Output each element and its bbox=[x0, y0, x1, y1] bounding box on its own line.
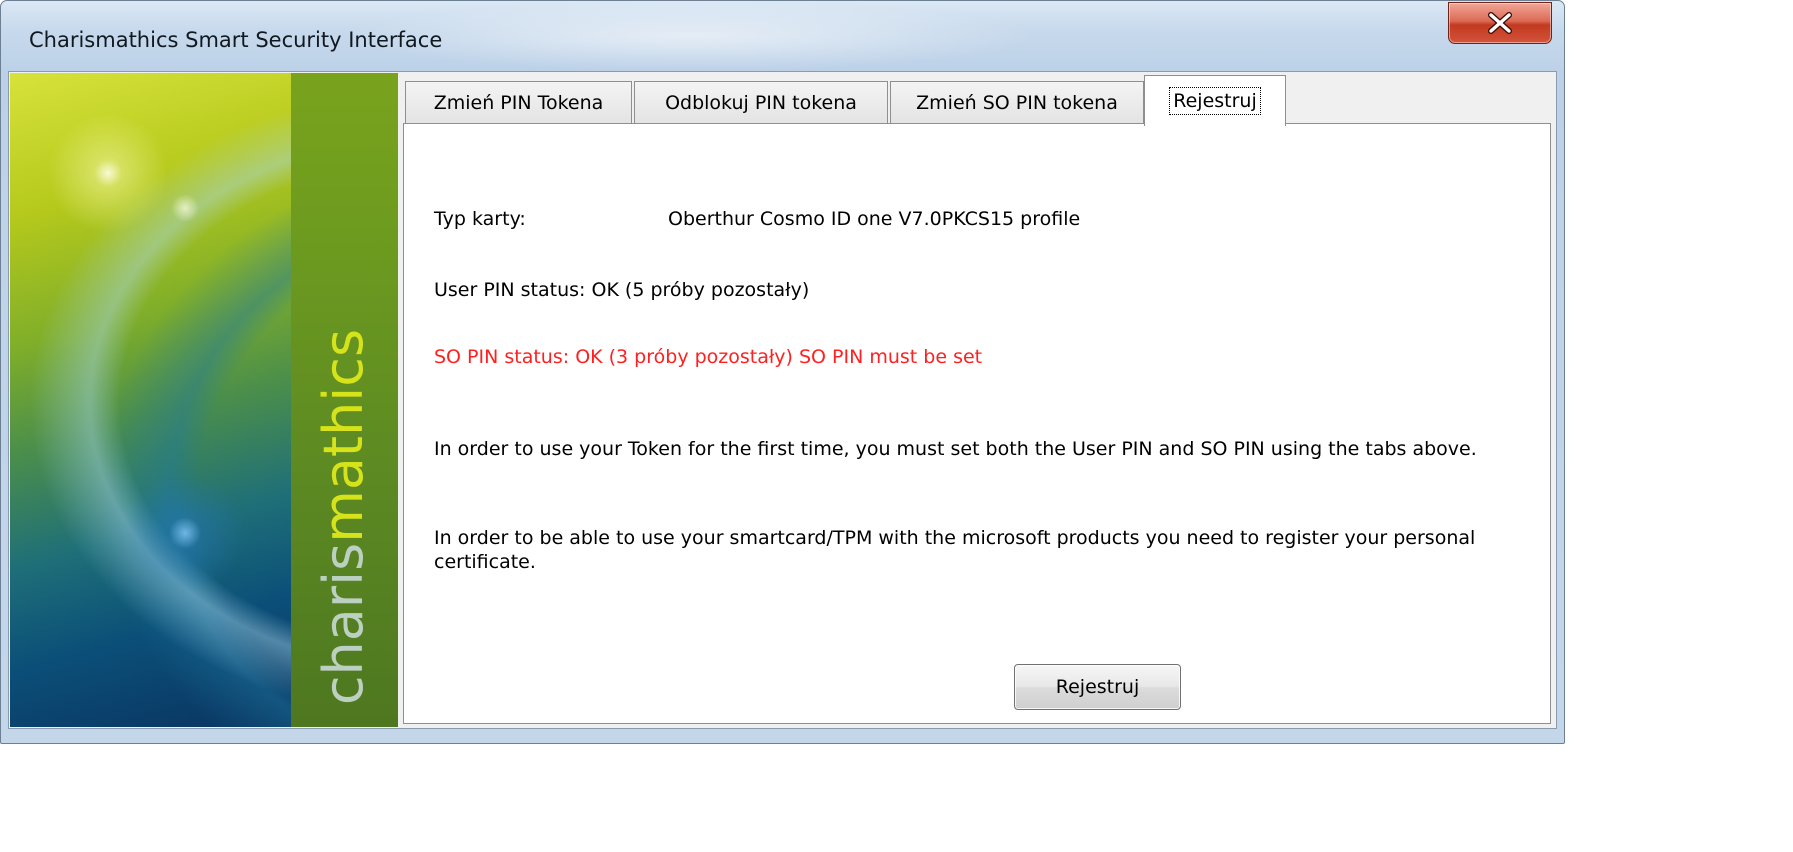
close-button[interactable] bbox=[1448, 2, 1552, 44]
info-first-use: In order to use your Token for the first… bbox=[434, 438, 1477, 460]
tab-unblock-pin[interactable]: Odblokuj PIN tokena bbox=[634, 81, 888, 124]
window-title: Charismathics Smart Security Interface bbox=[29, 28, 443, 52]
tab-register[interactable]: Rejestruj bbox=[1144, 75, 1286, 126]
brand-logo-part2: mathics bbox=[312, 328, 375, 543]
tab-label: Zmień PIN Tokena bbox=[433, 92, 604, 114]
info-register-certificate: In order to be able to use your smartcar… bbox=[434, 527, 1476, 573]
card-type-value: Oberthur Cosmo ID one V7.0PKCS15 profile bbox=[668, 208, 1081, 230]
brand-logo-text: charismathics bbox=[312, 329, 375, 705]
brand-logo-part1: charis bbox=[312, 542, 375, 706]
card-type-label: Typ karty: bbox=[434, 208, 526, 230]
close-icon bbox=[1488, 12, 1512, 34]
tab-label: Odblokuj PIN tokena bbox=[665, 92, 857, 114]
tab-change-pin[interactable]: Zmień PIN Tokena bbox=[405, 81, 632, 124]
dialog-client-area: charismathics Zmień PIN Tokena Odblokuj … bbox=[8, 71, 1557, 729]
tab-label: Rejestruj bbox=[1169, 87, 1261, 115]
so-pin-status: SO PIN status: OK (3 próby pozostały) SO… bbox=[434, 346, 983, 368]
title-bar-glow bbox=[341, 1, 1041, 71]
brand-artwork-image bbox=[10, 73, 291, 727]
dialog-window: Charismathics Smart Security Interface c… bbox=[0, 0, 1565, 744]
tab-panel-register: Typ karty: Oberthur Cosmo ID one V7.0PKC… bbox=[403, 123, 1551, 724]
user-pin-status: User PIN status: OK (5 próby pozostały) bbox=[434, 279, 810, 301]
tab-label: Zmień SO PIN tokena bbox=[916, 92, 1118, 114]
tab-change-so-pin[interactable]: Zmień SO PIN tokena bbox=[890, 81, 1144, 124]
register-button[interactable]: Rejestruj bbox=[1014, 664, 1181, 710]
